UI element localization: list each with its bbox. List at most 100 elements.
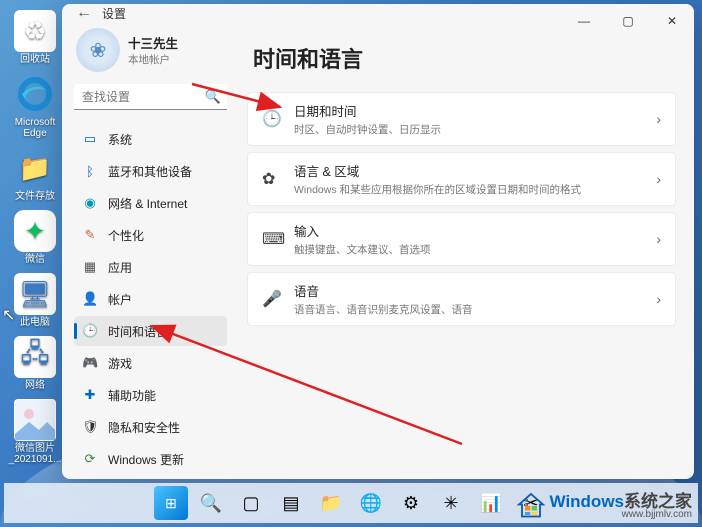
nav-personalize-label: 个性化 <box>108 227 144 244</box>
pc-label: 此电脑 <box>20 317 50 328</box>
card-voice-title: 语音 <box>294 281 656 300</box>
watermark: Windows 系统之家 www.bjjmlv.com <box>512 489 696 523</box>
taskbar-search[interactable]: 🔍 <box>194 486 228 520</box>
desktop-this-pc[interactable]: 🖥 此电脑 <box>8 273 62 328</box>
mouse-cursor: ↖ <box>2 305 15 325</box>
card-voice-desc: 语音语言、语音识别麦克风设置、语音 <box>294 302 656 317</box>
desktop-network[interactable]: 🖧 网络 <box>8 336 62 391</box>
pc-icon: 🖥 <box>14 273 56 315</box>
house-icon <box>516 491 546 521</box>
folder-label: 文件存放 <box>15 191 55 202</box>
card-date-time[interactable]: 🕒 日期和时间 时区、自动时钟设置、日历显示 › <box>247 92 676 146</box>
chevron-right-icon: › <box>656 171 661 187</box>
chevron-right-icon: › <box>656 231 661 247</box>
window-title: 设置 <box>102 5 126 22</box>
card-date-time-title: 日期和时间 <box>294 101 656 120</box>
user-name: 十三先生 <box>128 33 178 52</box>
card-region-desc: Windows 和某些应用根据你所在的区域设置日期和时间的格式 <box>294 182 656 197</box>
edge-icon <box>14 73 56 115</box>
taskbar-wechat[interactable]: ✳ <box>434 486 468 520</box>
nav-gaming[interactable]: 🎮游戏 <box>74 348 227 378</box>
nav-network-label: 网络 & Internet <box>108 195 187 212</box>
titlebar: ← 设置 — ▢ ✕ <box>62 4 694 22</box>
back-button[interactable]: ← <box>74 4 94 22</box>
close-button[interactable]: ✕ <box>650 4 694 38</box>
wechat-icon: ✦ <box>14 210 56 252</box>
nav-personalize[interactable]: ✎ 个性化 <box>74 220 227 250</box>
network-icon: 🖧 <box>14 336 56 378</box>
desktop-image[interactable]: 微信图片_2021091... <box>8 399 62 465</box>
nav-accounts[interactable]: 👤 帐户 <box>74 284 227 314</box>
calendar-clock-icon: 🕒 <box>262 109 284 129</box>
taskbar-taskview[interactable]: ▢ <box>234 486 268 520</box>
image-icon <box>14 399 56 441</box>
network-label: 网络 <box>25 380 45 391</box>
settings-window: ← 设置 — ▢ ✕ ❀ 十三先生 本地帐户 🔍 ▭ 系统 ᛒ 蓝牙和其他设备 <box>62 4 694 479</box>
shield-icon: 🛡 <box>82 419 98 435</box>
folder-icon: 📁 <box>14 147 56 189</box>
desktop-folder[interactable]: 📁 文件存放 <box>8 147 62 202</box>
desktop-recycle-bin[interactable]: ♻ 回收站 <box>8 10 62 65</box>
wechat-label: 微信 <box>25 254 45 265</box>
card-language-region[interactable]: ✿ 语言 & 区域 Windows 和某些应用根据你所在的区域设置日期和时间的格… <box>247 152 676 206</box>
accounts-icon: 👤 <box>82 291 98 307</box>
nav-bluetooth-label: 蓝牙和其他设备 <box>108 163 192 180</box>
desktop-edge[interactable]: Microsoft Edge <box>8 73 62 139</box>
microphone-icon: 🎤 <box>262 289 284 309</box>
image-label: 微信图片_2021091... <box>8 443 62 465</box>
search-box[interactable]: 🔍 <box>74 84 227 110</box>
nav-network[interactable]: ◉ 网络 & Internet <box>74 188 227 218</box>
taskbar-widgets[interactable]: ▤ <box>274 486 308 520</box>
clock-globe-icon: 🕒 <box>82 323 98 339</box>
card-region-title: 语言 & 区域 <box>294 161 656 180</box>
nav-gaming-label: 游戏 <box>108 355 132 372</box>
minimize-button[interactable]: — <box>562 4 606 38</box>
system-icon: ▭ <box>82 131 98 147</box>
bluetooth-icon: ᛒ <box>82 164 98 179</box>
nav-update-label: Windows 更新 <box>108 451 184 468</box>
wifi-icon: ◉ <box>82 195 98 211</box>
user-type: 本地帐户 <box>128 52 178 67</box>
page-title: 时间和语言 <box>253 42 676 74</box>
watermark-url: www.bjjmlv.com <box>622 510 692 520</box>
nav-system-label: 系统 <box>108 131 132 148</box>
nav-privacy-label: 隐私和安全性 <box>108 419 180 436</box>
edge-label: Microsoft Edge <box>8 117 62 139</box>
card-date-time-desc: 时区、自动时钟设置、日历显示 <box>294 122 656 137</box>
brush-icon: ✎ <box>82 227 98 243</box>
taskbar-settings[interactable]: ⚙ <box>394 486 428 520</box>
nav-time-label: 时间和语言 <box>108 323 168 340</box>
apps-icon: ▦ <box>82 259 98 275</box>
nav-time-language[interactable]: 🕒 时间和语言 <box>74 316 227 346</box>
card-input-desc: 触摸键盘、文本建议、首选项 <box>294 242 656 257</box>
update-icon: ⟳ <box>82 451 98 467</box>
card-input[interactable]: ⌨ 输入 触摸键盘、文本建议、首选项 › <box>247 212 676 266</box>
taskbar-edge[interactable]: 🌐 <box>354 486 388 520</box>
nav-apps-label: 应用 <box>108 259 132 276</box>
sidebar: ❀ 十三先生 本地帐户 🔍 ▭ 系统 ᛒ 蓝牙和其他设备 ◉ 网络 & Interne… <box>62 22 237 479</box>
taskbar-explorer[interactable]: 📁 <box>314 486 348 520</box>
profile[interactable]: ❀ 十三先生 本地帐户 <box>74 28 227 72</box>
accessibility-icon: ✚ <box>82 387 98 403</box>
nav-bluetooth[interactable]: ᛒ 蓝牙和其他设备 <box>74 156 227 186</box>
nav-apps[interactable]: ▦ 应用 <box>74 252 227 282</box>
desktop-wechat[interactable]: ✦ 微信 <box>8 210 62 265</box>
start-button[interactable]: ⊞ <box>154 486 188 520</box>
recycle-label: 回收站 <box>20 54 50 65</box>
nav-update[interactable]: ⟳ Windows 更新 <box>74 444 227 474</box>
nav-privacy[interactable]: 🛡 隐私和安全性 <box>74 412 227 442</box>
taskbar-app-1[interactable]: 📊 <box>474 486 508 520</box>
chevron-right-icon: › <box>656 291 661 307</box>
keyboard-icon: ⌨ <box>262 229 284 249</box>
nav-system[interactable]: ▭ 系统 <box>74 124 227 154</box>
watermark-brand-1: Windows <box>550 493 624 510</box>
card-input-title: 输入 <box>294 221 656 240</box>
maximize-button[interactable]: ▢ <box>606 4 650 38</box>
card-voice[interactable]: 🎤 语音 语音语言、语音识别麦克风设置、语音 › <box>247 272 676 326</box>
language-icon: ✿ <box>262 169 284 189</box>
chevron-right-icon: › <box>656 111 661 127</box>
avatar: ❀ <box>76 28 120 72</box>
nav-accessibility[interactable]: ✚辅助功能 <box>74 380 227 410</box>
watermark-brand-2: 系统之家 <box>624 493 692 510</box>
nav-accounts-label: 帐户 <box>108 291 132 308</box>
